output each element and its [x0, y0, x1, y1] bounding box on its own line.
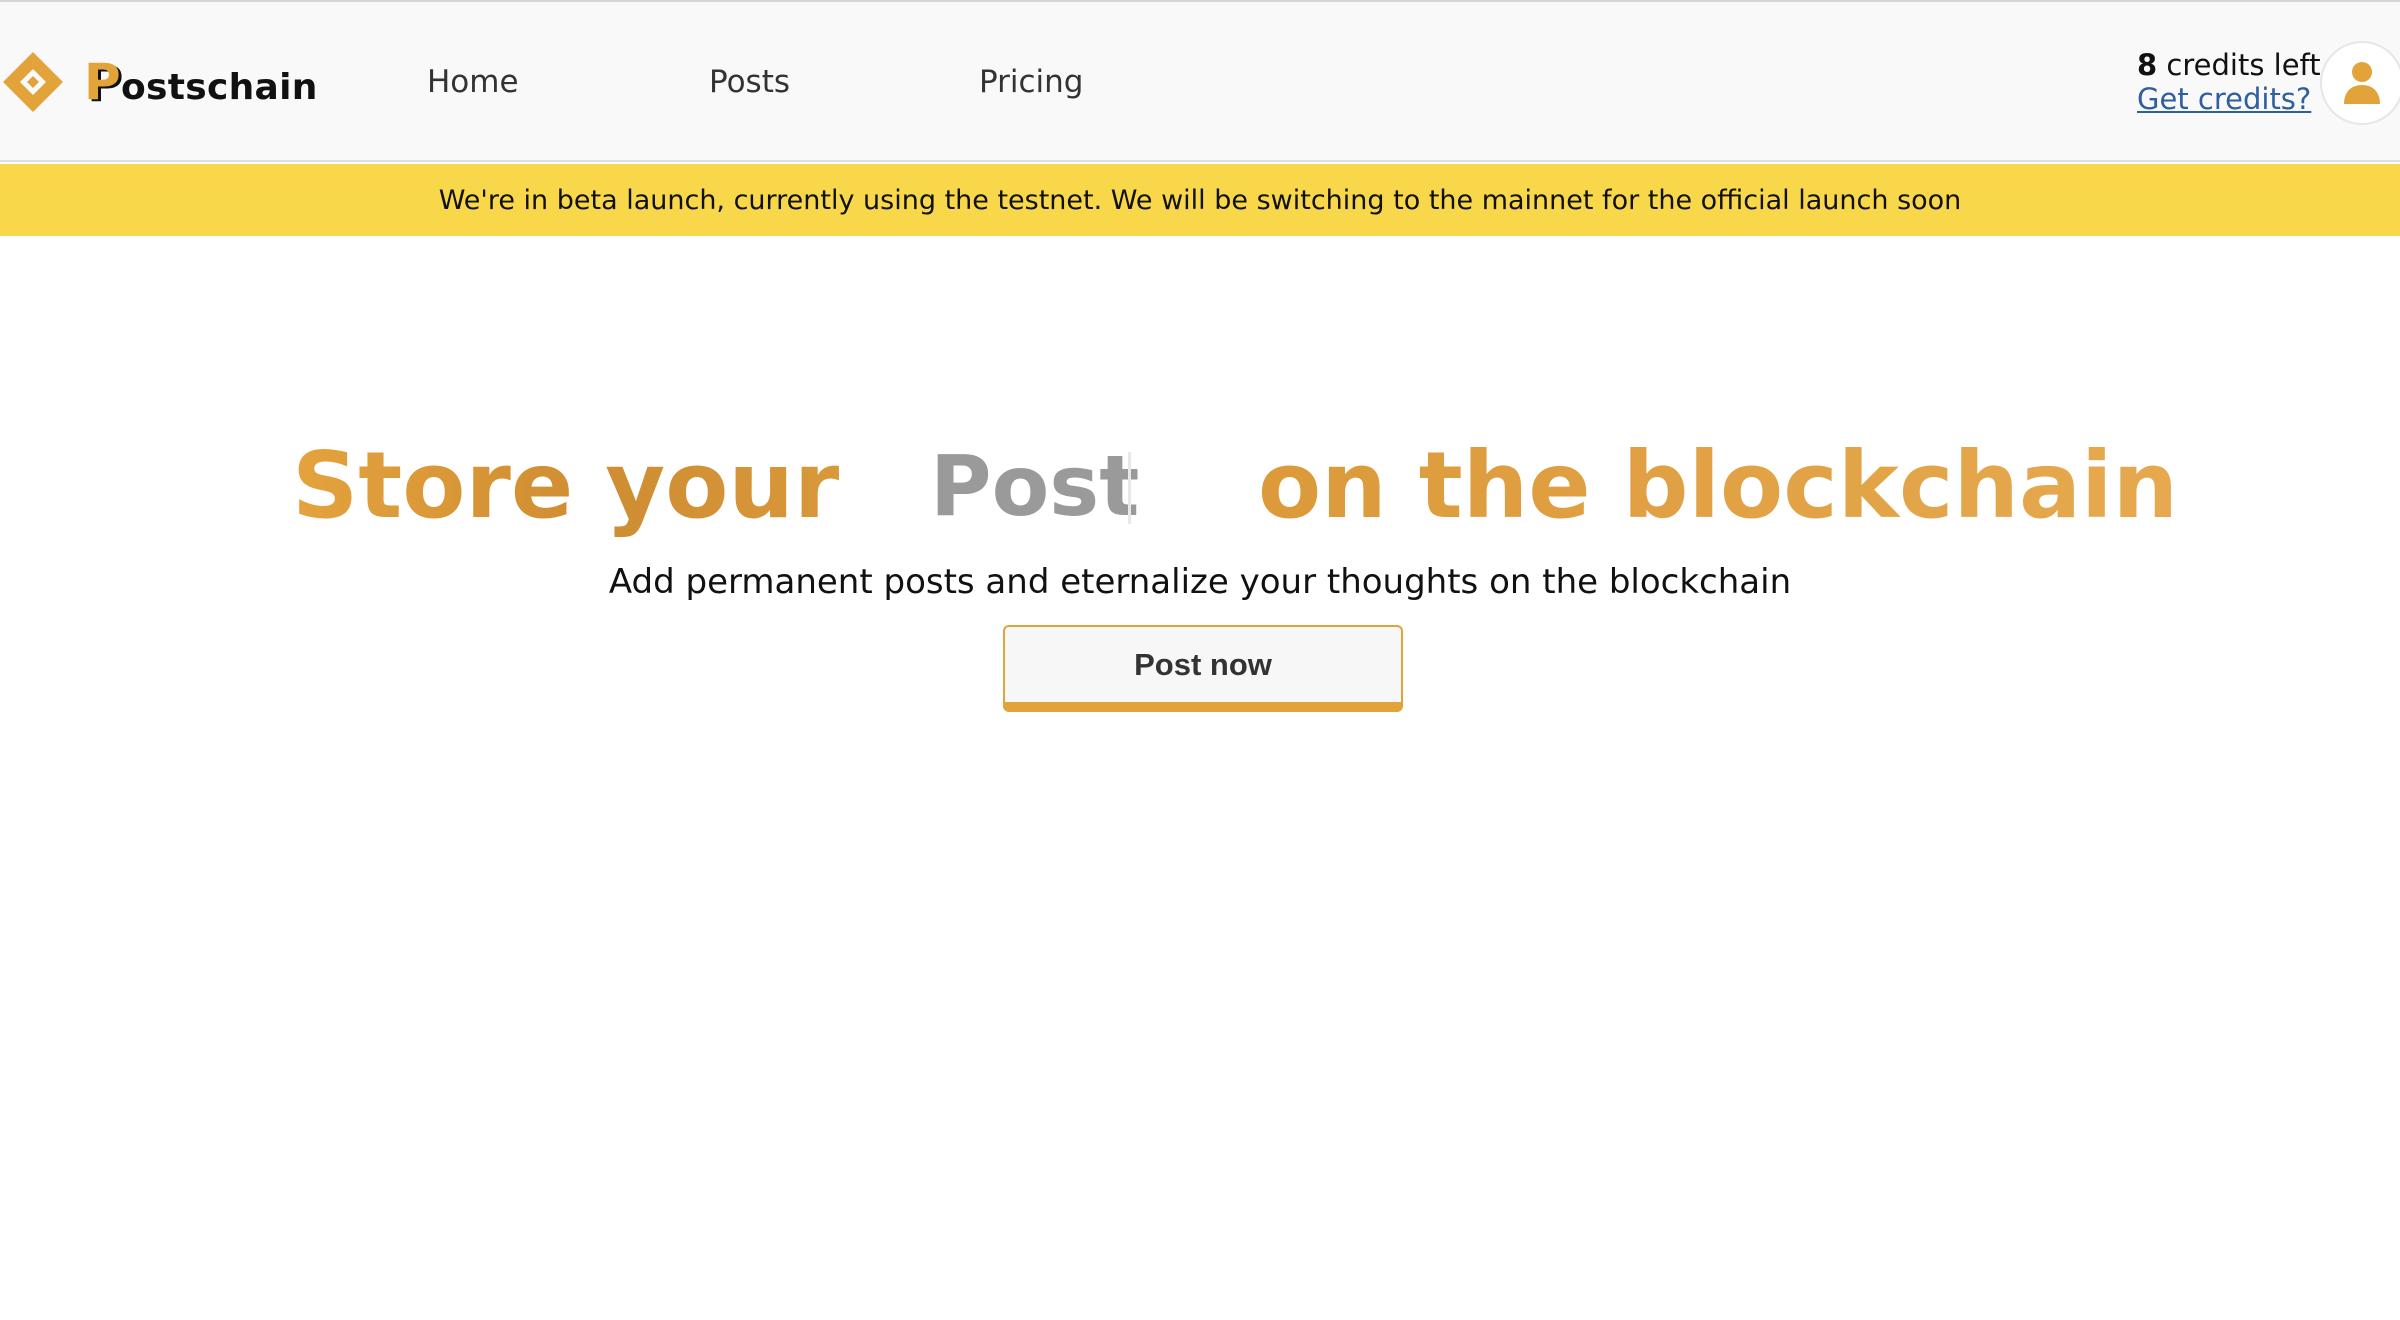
- credits-count: 8: [2137, 48, 2158, 82]
- diamond-logo-icon: [3, 52, 63, 112]
- brand-rest: ostschain: [120, 67, 318, 108]
- nav-pricing[interactable]: Pricing: [979, 64, 1084, 100]
- brand-name: Postschain: [84, 57, 318, 107]
- typing-cursor: [1128, 452, 1131, 524]
- brand-initial: P: [84, 53, 121, 111]
- credits-status: 8 credits left: [2137, 48, 2321, 82]
- nav-posts[interactable]: Posts: [709, 64, 790, 100]
- credits-suffix: credits left: [2157, 48, 2321, 82]
- post-now-button[interactable]: Post now: [1003, 625, 1403, 712]
- hero-title-suffix: on the blockchain: [1258, 428, 2178, 544]
- navbar: Postschain Home Posts Pricing 8 credits …: [0, 2, 2400, 162]
- user-avatar-button[interactable]: [2320, 41, 2400, 125]
- hero-typed-word: Post: [930, 437, 1140, 535]
- beta-banner: We're in beta launch, currently using th…: [0, 164, 2400, 236]
- user-icon: [2344, 62, 2380, 104]
- beta-banner-text: We're in beta launch, currently using th…: [438, 184, 1962, 216]
- nav-home[interactable]: Home: [427, 64, 519, 100]
- hero-subtitle: Add permanent posts and eternalize your …: [608, 562, 1792, 602]
- page: Postschain Home Posts Pricing 8 credits …: [0, 0, 2400, 1320]
- hero-title: Store your Post on the blockchain: [0, 428, 2400, 544]
- brand-link[interactable]: Postschain: [0, 48, 318, 116]
- credits-panel: 8 credits left Get credits?: [2137, 48, 2321, 116]
- hero-title-prefix: Store your: [292, 428, 839, 544]
- get-credits-link[interactable]: Get credits?: [2137, 82, 2311, 116]
